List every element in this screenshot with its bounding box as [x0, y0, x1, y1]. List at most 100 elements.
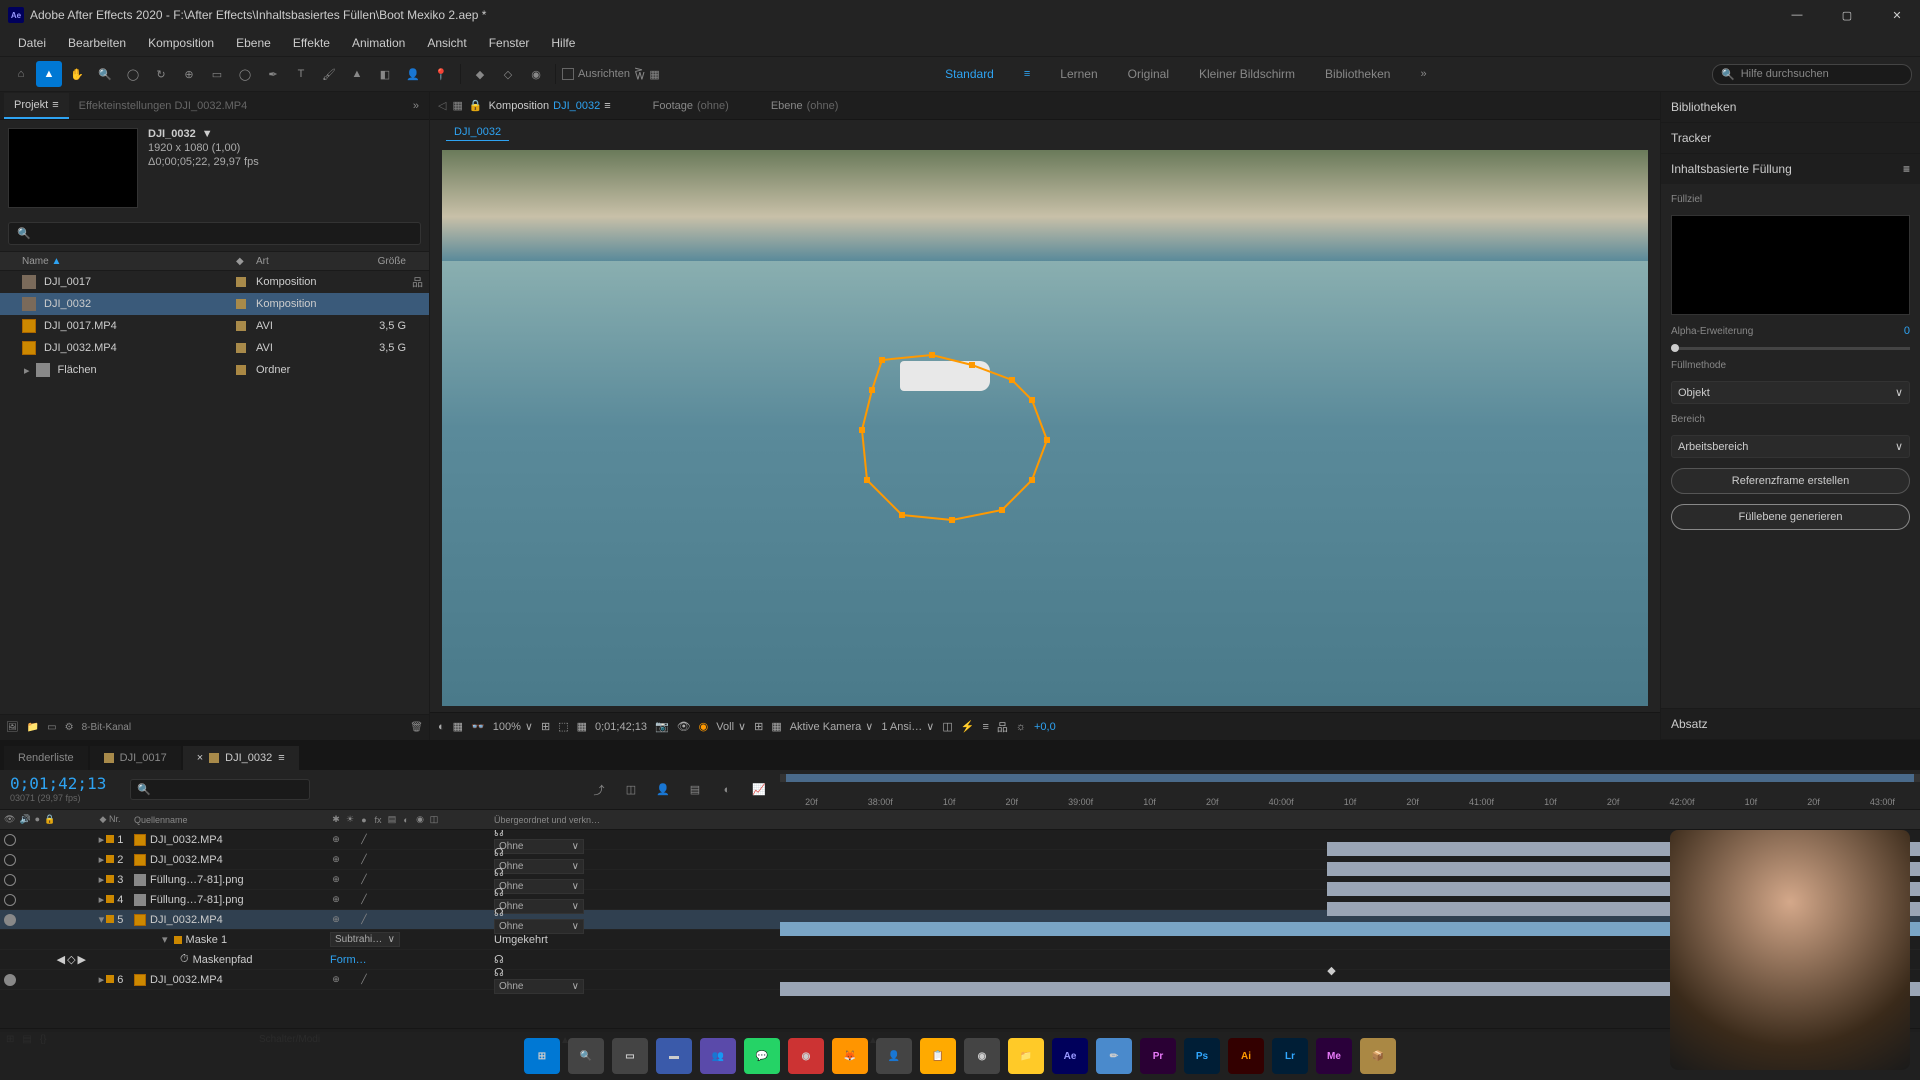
media-encoder-button[interactable]: Me	[1316, 1038, 1352, 1074]
snapshot-icon[interactable]: 📷	[655, 720, 669, 733]
menu-ansicht[interactable]: Ansicht	[417, 32, 476, 54]
timeline-layer[interactable]: ▸ 1 DJI_0032.MP4 ⊕╱ ☊ Ohne∨	[0, 830, 1920, 850]
home-tool[interactable]: ⌂	[8, 61, 34, 87]
roi-icon[interactable]: ⬚	[558, 720, 568, 733]
eraser-tool[interactable]: ◧	[372, 61, 398, 87]
trash-icon[interactable]: 🗑	[410, 722, 423, 733]
layer-wipe-icon[interactable]: ▦	[452, 99, 462, 112]
shape-tool-3[interactable]: ◉	[523, 61, 549, 87]
bit-depth[interactable]: 8-Bit-Kanal	[82, 722, 131, 733]
shape-tool-1[interactable]: ◆	[467, 61, 493, 87]
prev-keyframe-icon[interactable]: ◀	[57, 953, 65, 966]
panel-content-aware-fill[interactable]: Inhaltsbasierte Füllung≡	[1661, 154, 1920, 184]
exposure-reset-icon[interactable]: ☼	[1016, 721, 1026, 733]
project-search[interactable]: 🔍	[8, 222, 421, 245]
stopwatch-icon[interactable]: ⏱	[180, 953, 189, 966]
minimize-button[interactable]: —	[1782, 5, 1812, 25]
app-button[interactable]: 📦	[1360, 1038, 1396, 1074]
lock-icon[interactable]: 🔒	[469, 99, 483, 112]
nav-back-icon[interactable]: ◁	[438, 99, 446, 112]
type-tool[interactable]: T	[288, 61, 314, 87]
timeline-search[interactable]: 🔍	[130, 779, 310, 800]
chevron-down-icon[interactable]: ▼	[202, 128, 213, 140]
pixel-aspect-icon[interactable]: ◫	[942, 720, 952, 733]
illustrator-button[interactable]: Ai	[1228, 1038, 1264, 1074]
orbit-tool[interactable]: ◯	[120, 61, 146, 87]
app-button[interactable]: 👤	[876, 1038, 912, 1074]
shy-icon[interactable]: 👤	[650, 777, 676, 803]
app-button[interactable]: ✏	[1096, 1038, 1132, 1074]
tab-timeline-dji0017[interactable]: DJI_0017	[90, 746, 181, 770]
col-name[interactable]: Name ▲	[6, 256, 236, 267]
puppet-tool[interactable]: 📍	[428, 61, 454, 87]
transparency-icon[interactable]: ▦	[577, 720, 587, 733]
zoom-select[interactable]: 100% ∨	[493, 720, 533, 733]
visibility-toggle[interactable]	[4, 874, 16, 886]
add-keyframe-icon[interactable]: ◇	[67, 953, 75, 966]
workspace-menu-icon[interactable]: ≡	[1024, 68, 1030, 80]
mask-path-row[interactable]: ◀◇▶ ⏱ Maskenpfad Form… ☊ ◆◆	[0, 950, 1920, 970]
premiere-button[interactable]: Pr	[1140, 1038, 1176, 1074]
close-tab-icon[interactable]: ×	[197, 752, 203, 764]
col-size[interactable]: Größe	[346, 256, 406, 267]
rotate-tool[interactable]: ↻	[148, 61, 174, 87]
camera-select[interactable]: Aktive Kamera ∨	[790, 720, 874, 733]
project-item[interactable]: DJI_0032 Komposition	[0, 293, 429, 315]
flowchart-icon[interactable]: 品	[412, 274, 423, 290]
after-effects-button[interactable]: Ae	[1052, 1038, 1088, 1074]
stamp-tool[interactable]: ▲	[344, 61, 370, 87]
menu-bearbeiten[interactable]: Bearbeiten	[58, 32, 136, 54]
firefox-button[interactable]: 🦊	[832, 1038, 868, 1074]
workspace-kleiner[interactable]: Kleiner Bildschirm	[1199, 67, 1295, 81]
anchor-tool[interactable]: ⊕	[176, 61, 202, 87]
work-area-bar[interactable]	[786, 774, 1915, 782]
menu-datei[interactable]: Datei	[8, 32, 56, 54]
obs-button[interactable]: ◉	[964, 1038, 1000, 1074]
workspace-original[interactable]: Original	[1128, 67, 1169, 81]
menu-komposition[interactable]: Komposition	[138, 32, 224, 54]
footage-tab[interactable]: Footage (ohne)	[653, 100, 729, 112]
keyframe-icon[interactable]: ◆	[1327, 964, 1335, 977]
photoshop-button[interactable]: Ps	[1184, 1038, 1220, 1074]
menu-fenster[interactable]: Fenster	[479, 32, 540, 54]
workspace-lernen[interactable]: Lernen	[1060, 67, 1097, 81]
zoom-tool[interactable]: 🔍	[92, 61, 118, 87]
workspace-standard[interactable]: Standard	[945, 67, 994, 81]
visibility-toggle[interactable]	[4, 974, 16, 986]
teams-button[interactable]: 👥	[700, 1038, 736, 1074]
breadcrumb-comp[interactable]: DJI_0032	[446, 124, 509, 141]
views-select[interactable]: 1 Ansi… ∨	[881, 720, 934, 733]
safe-icon[interactable]: ▦	[771, 720, 781, 733]
color-mgmt-icon[interactable]: ◉	[699, 720, 709, 733]
layer-tab[interactable]: Ebene (ohne)	[771, 100, 839, 112]
mask-invert-label[interactable]: Umgekehrt	[494, 934, 548, 946]
composition-viewer[interactable]	[430, 144, 1660, 712]
panel-tracker[interactable]: Tracker	[1661, 123, 1920, 153]
hand-tool[interactable]: ✋	[64, 61, 90, 87]
project-item[interactable]: DJI_0032.MP4 AVI 3,5 G	[0, 337, 429, 359]
create-reference-frame-button[interactable]: Referenzframe erstellen	[1671, 468, 1910, 494]
selection-tool[interactable]: ▲	[36, 61, 62, 87]
comp-name[interactable]: DJI_0032	[553, 100, 600, 112]
timeline-layer[interactable]: ▸ 6 DJI_0032.MP4 ⊕╱ ☊ Ohne∨	[0, 970, 1920, 990]
app-button[interactable]: ◉	[788, 1038, 824, 1074]
mask-icon[interactable]: 👓	[471, 720, 485, 733]
alpha-expansion-slider[interactable]	[1671, 347, 1910, 350]
project-tab-overflow[interactable]: »	[407, 100, 425, 112]
workspace-overflow-icon[interactable]: »	[1420, 68, 1426, 80]
brush-tool[interactable]: 🖌	[316, 61, 342, 87]
exposure-value[interactable]: +0,0	[1034, 721, 1056, 733]
timeline-timecode[interactable]: 0;01;42;13	[10, 774, 120, 793]
label-swatch[interactable]	[236, 365, 246, 375]
mask-mode-select[interactable]: Subtrahi…∨	[330, 932, 400, 947]
menu-effekte[interactable]: Effekte	[283, 32, 340, 54]
workspace-bibliotheken[interactable]: Bibliotheken	[1325, 67, 1390, 81]
widgets-button[interactable]: ▬	[656, 1038, 692, 1074]
alpha-icon[interactable]: ◐	[438, 721, 445, 733]
menu-ebene[interactable]: Ebene	[226, 32, 281, 54]
comp-tab[interactable]: Komposition DJI_0032 ≡	[489, 100, 611, 112]
res-icon[interactable]: ⊞	[541, 720, 550, 733]
snap-options-icon[interactable]: 𝋎	[634, 65, 645, 84]
new-comp-icon[interactable]: ▭	[47, 722, 56, 733]
explorer-button[interactable]: 📁	[1008, 1038, 1044, 1074]
